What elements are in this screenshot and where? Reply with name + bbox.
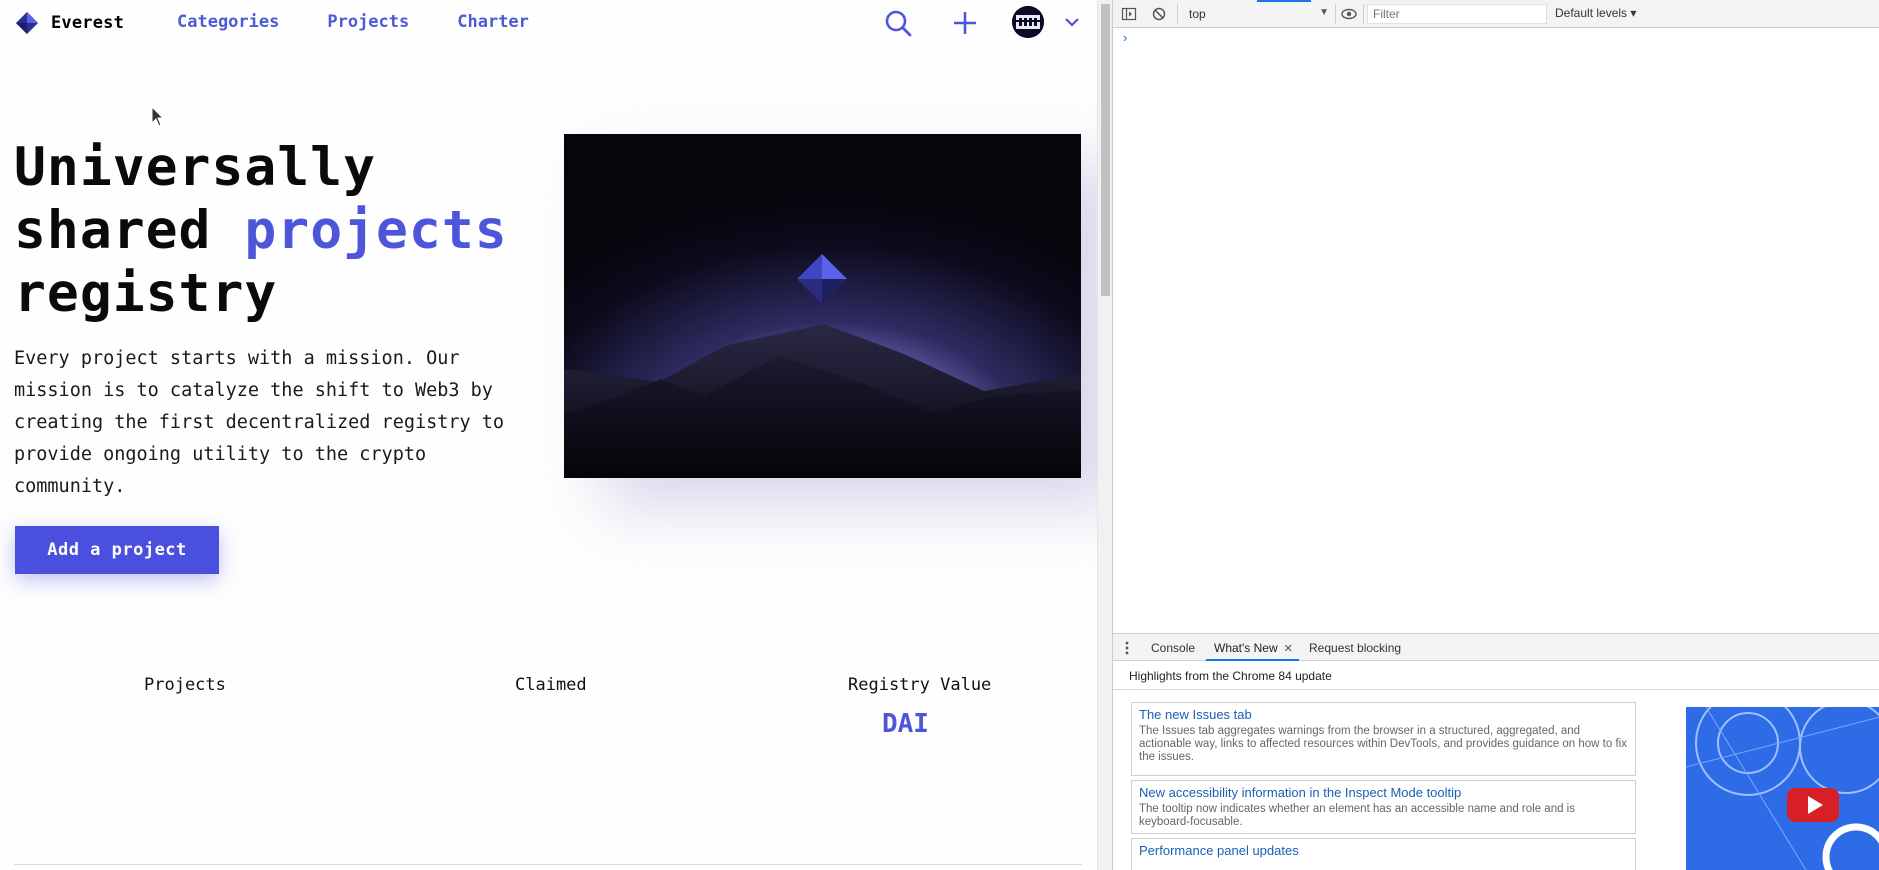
toolbar-separator	[1335, 4, 1336, 24]
console-filter-input[interactable]	[1367, 4, 1547, 24]
context-value: top	[1189, 7, 1206, 21]
tab-whats-new[interactable]: What's New ✕	[1206, 634, 1299, 661]
close-tab-icon[interactable]: ✕	[1284, 643, 1293, 655]
more-tabs-icon[interactable]	[1125, 641, 1129, 655]
avatar-pattern-icon	[1012, 6, 1044, 38]
hero-illustration	[564, 134, 1081, 478]
clear-console-icon[interactable]	[1151, 6, 1167, 22]
everest-logo-icon	[16, 12, 38, 34]
console-prompt-icon[interactable]: ›	[1123, 30, 1127, 45]
sidebar-toggle-icon[interactable]	[1121, 6, 1137, 22]
mouse-cursor-icon	[151, 106, 165, 127]
divider	[14, 864, 1082, 865]
stat-registry-label: Registry Value	[848, 675, 992, 695]
hero-title-line3: registry	[14, 263, 278, 324]
hero-description: Every project starts with a mission. Our…	[14, 348, 505, 497]
toolbar-separator	[1363, 4, 1364, 24]
add-icon[interactable]	[952, 10, 978, 36]
tab-console[interactable]: Console	[1151, 634, 1195, 661]
brand-name: Everest	[51, 13, 125, 33]
hero-title-line1: Universally	[14, 137, 376, 198]
card-title[interactable]: Performance panel updates	[1139, 843, 1628, 858]
mountain-illustration-icon	[564, 134, 1081, 478]
active-panel-indicator	[1257, 0, 1311, 2]
everest-page: Everest Categories Projects Charter Univ…	[0, 0, 1097, 870]
whats-new-card[interactable]: Performance panel updates	[1131, 838, 1636, 870]
whats-new-card[interactable]: The new Issues tab The Issues tab aggreg…	[1131, 702, 1636, 776]
tab-request-blocking-label: Request blocking	[1309, 641, 1402, 655]
nav-links: Categories Projects Charter	[177, 12, 529, 32]
live-expression-eye-icon[interactable]	[1341, 6, 1357, 22]
nav-categories[interactable]: Categories	[177, 12, 279, 32]
whats-new-video-thumbnail[interactable]	[1686, 707, 1879, 870]
toolbar-separator	[1177, 4, 1178, 24]
top-nav: Everest Categories Projects Charter	[0, 0, 1097, 46]
card-body: The tooltip now indicates whether an ele…	[1139, 803, 1575, 828]
search-icon[interactable]	[884, 9, 912, 37]
tab-request-blocking[interactable]: Request blocking	[1309, 634, 1401, 661]
card-title[interactable]: The new Issues tab	[1139, 707, 1628, 722]
devtools-panel: top ▼ Default levels ▾ › Console What's …	[1112, 0, 1879, 870]
context-selector[interactable]: top ▼	[1185, 4, 1333, 24]
stat-registry-unit: DAI	[882, 709, 929, 739]
dropdown-caret-icon: ▼	[1319, 7, 1329, 18]
log-levels-dropdown[interactable]: Default levels ▾	[1555, 6, 1636, 20]
page-scrollbar[interactable]	[1097, 0, 1112, 870]
chrome-84-artwork-icon	[1686, 707, 1879, 870]
whats-new-card[interactable]: New accessibility information in the Ins…	[1131, 780, 1636, 834]
whats-new-header: Highlights from the Chrome 84 update	[1113, 661, 1879, 690]
avatar[interactable]	[1012, 6, 1044, 38]
tab-whats-new-label: What's New	[1214, 641, 1278, 655]
card-body: The Issues tab aggregates warnings from …	[1139, 725, 1627, 763]
devtools-drawer: Console What's New ✕ Request blocking Hig…	[1113, 633, 1879, 870]
stat-projects-label: Projects	[144, 675, 226, 695]
console-toolbar: top ▼ Default levels ▾	[1113, 0, 1879, 28]
drawer-tabbar: Console What's New ✕ Request blocking	[1113, 633, 1879, 661]
stat-claimed-label: Claimed	[515, 675, 587, 695]
tab-console-label: Console	[1151, 641, 1196, 655]
add-project-button[interactable]: Add a project	[15, 526, 219, 574]
hero-title-line2: shared	[14, 200, 245, 261]
scrollbar-thumb[interactable]	[1101, 4, 1110, 296]
nav-charter[interactable]: Charter	[457, 12, 529, 32]
chevron-down-icon[interactable]	[1064, 16, 1080, 28]
nav-projects[interactable]: Projects	[327, 12, 409, 32]
hero-title: Universally shared projects registry	[14, 136, 508, 325]
card-title[interactable]: New accessibility information in the Ins…	[1139, 785, 1628, 800]
brand[interactable]: Everest	[15, 11, 124, 35]
hero-title-accent: projects	[244, 200, 508, 261]
